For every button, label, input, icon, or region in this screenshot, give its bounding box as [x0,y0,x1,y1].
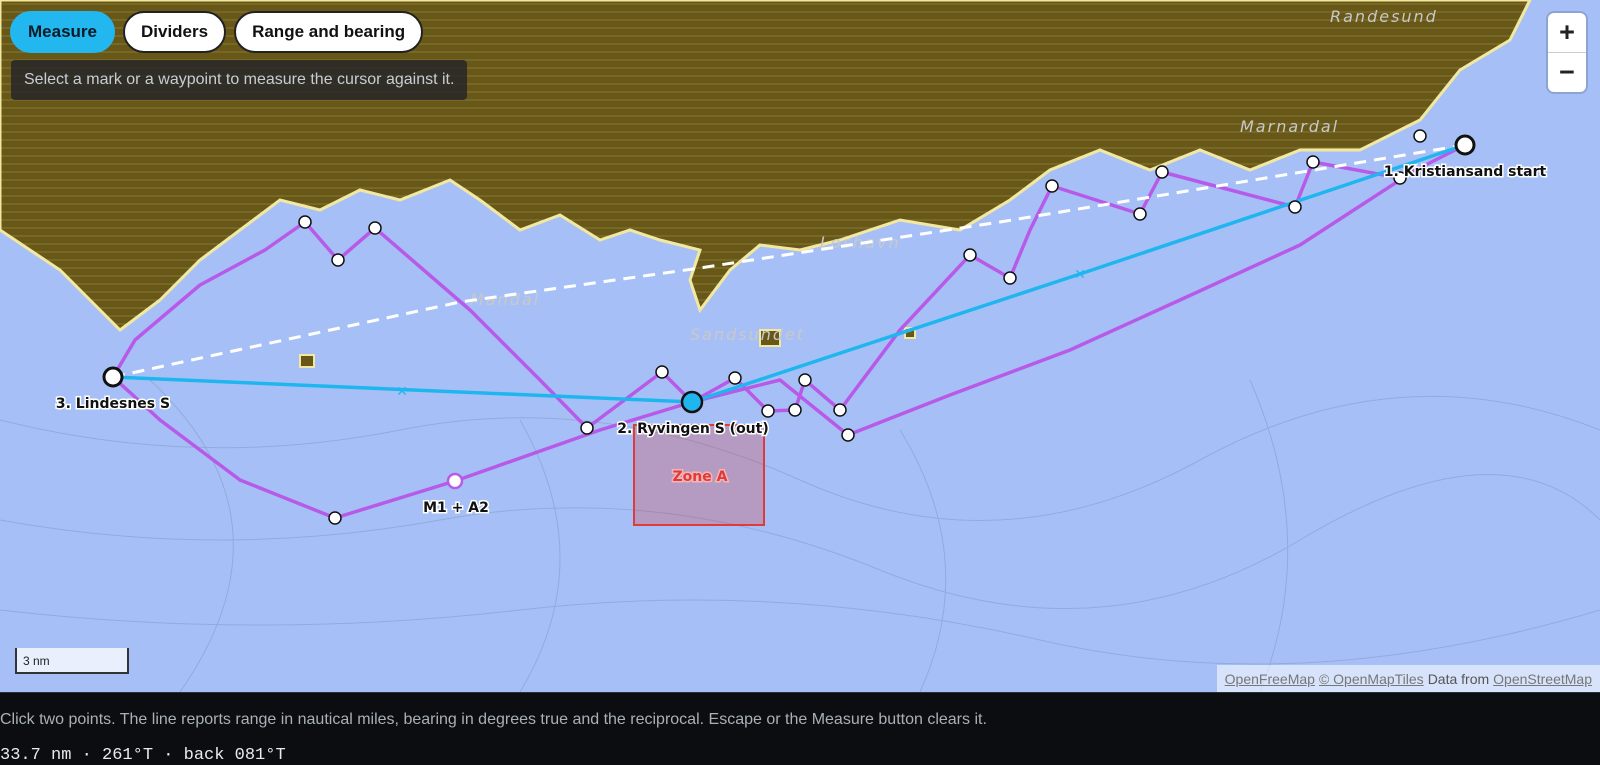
instructions-text: Click two points. The line reports range… [0,711,987,728]
measure-readout: 33.7 nm · 261°T · back 081°T [0,746,286,765]
waypoint-label: 3. Lindesnes S [56,396,170,412]
measure-midpoint-icon: ✕ [396,384,408,400]
attribution-text: Data from [1427,670,1490,687]
attribution-link[interactable]: OpenFreeMap [1225,671,1315,687]
waypoint-kristiansand[interactable] [1454,134,1476,156]
range-bearing-button[interactable]: Range and bearing [234,11,424,53]
waypoint-ryvingen[interactable] [680,390,704,414]
attribution-link[interactable]: OpenStreetMap [1493,671,1592,687]
measure-midpoint-icon: ✕ [1074,267,1086,283]
attribution: OpenFreeMap © OpenMapTiles Data from Ope… [1216,665,1600,692]
zone-a-label: Zone A [673,469,728,485]
chart-map[interactable]: Randesund Marnardal Loshavn Mandal Sands… [0,0,1600,693]
place-label: Marnardal [1240,117,1339,136]
attribution-link[interactable]: © OpenMapTiles [1319,671,1424,687]
dividers-button[interactable]: Dividers [122,11,227,53]
place-label: Randesund [1330,7,1438,26]
tool-hint: Select a mark or a waypoint to measure t… [11,60,468,100]
zoom-in-button[interactable]: + [1548,13,1586,52]
place-label: Sandsundet [690,325,805,344]
chart-canvas[interactable]: Randesund Marnardal Loshavn Mandal Sands… [0,0,1600,692]
mark-label: M1 + A2 [423,500,489,516]
zoom-out-button[interactable]: − [1548,52,1586,92]
scale-bar: 3 nm [15,648,129,674]
zoom-control: + − [1548,13,1586,92]
waypoint-lindesnes[interactable] [102,366,124,388]
mark-m1[interactable] [446,472,464,490]
tool-bar: Measure Dividers Range and bearing [10,11,424,53]
waypoint-label: 1. Kristiansand start [1384,164,1547,180]
measure-button[interactable]: Measure [10,11,115,53]
waypoint-label: 2. Ryvingen S (out) [617,421,769,437]
